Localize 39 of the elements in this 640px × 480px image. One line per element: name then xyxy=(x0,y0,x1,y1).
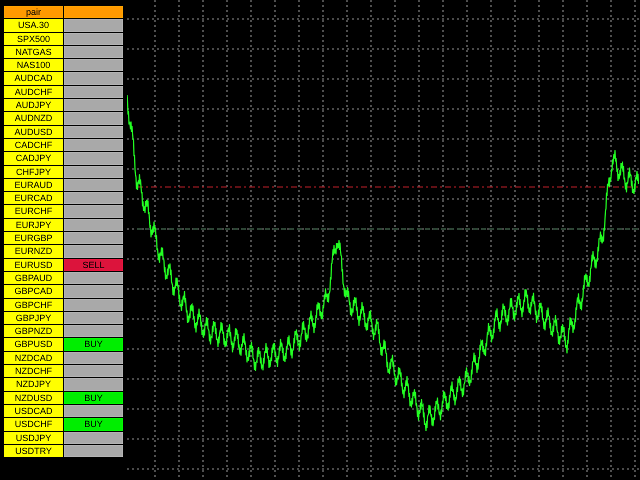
pair-cell: SPX500 xyxy=(4,32,63,45)
pair-cell: EURAUD xyxy=(4,178,63,192)
pair-cell: AUDJPY xyxy=(4,99,63,112)
pair-cell: EURJPY xyxy=(4,218,63,232)
pair-cell: EURCHF xyxy=(4,205,63,218)
pair-cell: GBPJPY xyxy=(4,312,63,324)
pair-cell: USDTRY xyxy=(4,444,63,458)
signal-cell: BUY xyxy=(64,338,123,351)
pair-cell: AUDNZD xyxy=(4,112,63,125)
pair-cell: GBPCHF xyxy=(4,298,63,311)
pair-cell: NATGAS xyxy=(4,46,63,58)
pair-cell: EURUSD xyxy=(4,258,63,271)
pair-cell: NAS100 xyxy=(4,59,63,72)
pair-cell: AUDUSD xyxy=(4,126,63,138)
pair-cell: GBPNZD xyxy=(4,325,63,338)
pair-cell: EURNZD xyxy=(4,245,63,258)
pair-cell: EURCAD xyxy=(4,192,63,204)
column-header: pair xyxy=(4,6,63,18)
pair-cell: GBPAUD xyxy=(4,272,63,284)
pair-cell: USA.30 xyxy=(4,19,63,32)
pair-cell: NZDUSD xyxy=(4,392,63,404)
header-cell xyxy=(64,6,123,18)
pair-cell: CADJPY xyxy=(4,152,63,165)
pair-cell: USDCHF xyxy=(4,418,63,430)
pair-cell: AUDCHF xyxy=(4,86,63,98)
signal-cell: BUY xyxy=(64,392,123,404)
pair-cell: GBPUSD xyxy=(4,338,63,351)
pair-cell: GBPCAD xyxy=(4,285,63,298)
pair-cell: NZDCAD xyxy=(4,352,63,364)
pair-cell: CADCHF xyxy=(4,138,63,152)
pair-cell: CHFJPY xyxy=(4,166,63,178)
signal-cell: BUY xyxy=(64,418,123,430)
pair-cell: NZDCHF xyxy=(4,365,63,378)
pair-cell: USDJPY xyxy=(4,432,63,444)
pair-cell: AUDCAD xyxy=(4,72,63,85)
pair-cell: NZDJPY xyxy=(4,378,63,391)
pair-cell: USDCAD xyxy=(4,404,63,418)
pair-cell: EURGBP xyxy=(4,232,63,244)
signal-cell: SELL xyxy=(64,258,123,271)
